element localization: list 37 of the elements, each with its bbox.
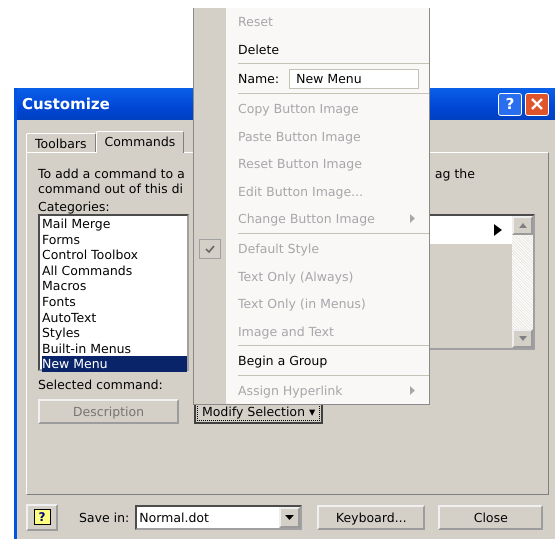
- name-field[interactable]: New Menu: [289, 68, 420, 89]
- scrollbar[interactable]: [512, 216, 533, 348]
- category-item[interactable]: Mail Merge: [42, 216, 187, 232]
- help-button[interactable]: ?: [498, 92, 522, 116]
- category-item[interactable]: AutoText: [42, 310, 187, 326]
- category-item[interactable]: Fonts: [42, 294, 187, 310]
- instruction-text: command out of this di: [38, 181, 184, 196]
- close-button[interactable]: [525, 92, 549, 116]
- keyboard-button[interactable]: Keyboard...: [317, 504, 426, 530]
- save-in-label: Save in:: [79, 510, 130, 524]
- category-item[interactable]: Macros: [42, 278, 187, 294]
- instruction-text: ag the: [434, 166, 475, 181]
- category-item[interactable]: Built-in Menus: [42, 340, 187, 356]
- name-label: Name:: [237, 71, 280, 86]
- category-item[interactable]: New Menu: [42, 356, 187, 372]
- selected-command-label: Selected command:: [38, 377, 163, 392]
- submenu-arrow-icon: [494, 224, 502, 236]
- categories-label: Categories:: [38, 199, 110, 214]
- dropdown-arrow-icon: [285, 514, 294, 520]
- scroll-up-button[interactable]: [512, 216, 533, 235]
- tab[interactable]: Toolbars: [26, 133, 96, 152]
- category-item[interactable]: Control Toolbox: [42, 247, 187, 263]
- down-arrow-icon: [518, 336, 526, 341]
- save-in-dropdown[interactable]: Normal.dot: [135, 504, 302, 530]
- close-dialog-button[interactable]: Close: [438, 504, 544, 530]
- category-item[interactable]: Forms: [42, 232, 187, 248]
- menu-item[interactable]: Begin a Group: [226, 347, 429, 375]
- category-item[interactable]: Styles: [42, 325, 187, 341]
- tab[interactable]: Commands: [96, 131, 184, 153]
- up-arrow-icon: [518, 223, 526, 228]
- window-title: Customize: [22, 95, 110, 113]
- scroll-down-button[interactable]: [512, 329, 533, 348]
- category-item[interactable]: All Commands: [42, 262, 187, 278]
- menu-item[interactable]: Delete: [226, 36, 429, 64]
- help-button[interactable]: ?: [26, 504, 58, 530]
- close-icon: [530, 97, 544, 111]
- instruction-text: To add a command to a: [38, 166, 185, 181]
